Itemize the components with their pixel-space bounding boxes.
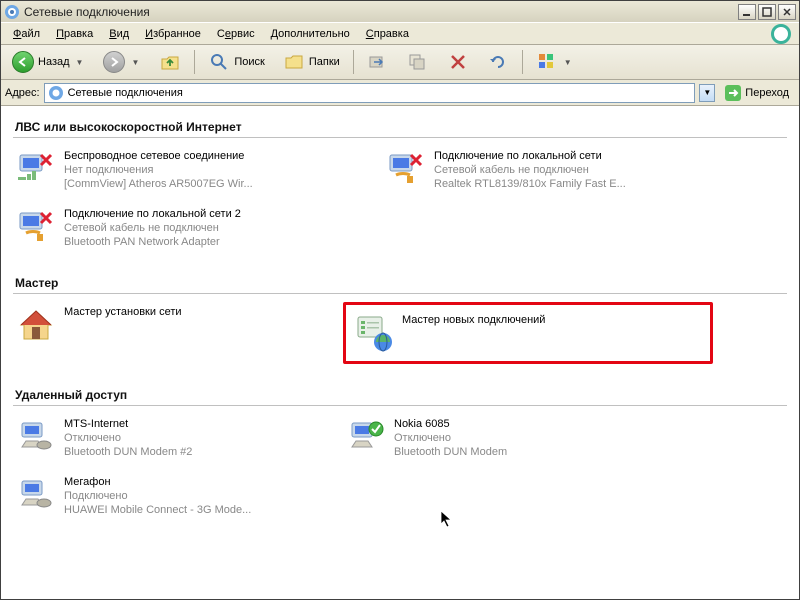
maximize-button[interactable] [758,4,776,20]
search-icon [208,51,230,73]
item-status: Отключено [394,431,507,445]
connection-wireless[interactable]: Беспроводное сетевое соединение Нет подк… [13,146,353,194]
forward-button[interactable]: ▼ [96,48,148,76]
menu-bar: ФФайлайл Правка Вид Избранное Сервис Доп… [1,23,799,45]
item-title: Мастер установки сети [64,305,182,319]
wizard-new-connection[interactable]: Мастер новых подключений [343,302,713,364]
folders-icon [283,51,305,73]
delete-button[interactable] [440,48,476,76]
item-device: [CommView] Atheros AR5007EG Wir... [64,177,253,191]
menu-favorites[interactable]: Избранное [137,26,209,42]
chevron-down-icon[interactable]: ▼ [562,58,574,67]
views-icon [536,51,558,73]
views-button[interactable]: ▼ [529,48,581,76]
menu-view[interactable]: Вид [101,26,137,42]
connection-megafon[interactable]: Мегафон Подключено HUAWEI Mobile Connect… [13,472,313,520]
go-label: Переход [745,87,789,99]
wizard-network-setup[interactable]: Мастер установки сети [13,302,313,364]
item-device: Bluetooth PAN Network Adapter [64,235,241,249]
item-title: Nokia 6085 [394,417,507,431]
search-button[interactable]: Поиск [201,48,271,76]
connection-nokia[interactable]: Nokia 6085 Отключено Bluetooth DUN Modem [343,414,683,462]
modem-icon [16,417,56,457]
item-device: Bluetooth DUN Modem #2 [64,445,192,459]
address-dropdown[interactable]: ▼ [699,84,715,102]
item-device: HUAWEI Mobile Connect - 3G Mode... [64,503,251,517]
move-to-icon [367,51,389,73]
section-lan: ЛВС или высокоскоростной Интернет [13,114,787,138]
copy-to-button[interactable] [400,48,436,76]
content-area: ЛВС или высокоскоростной Интернет Беспро… [1,106,799,599]
item-status: Нет подключения [64,163,253,177]
address-bar: Адрес: Сетевые подключения ▼ Переход [1,80,799,106]
item-status: Сетевой кабель не подключен [434,163,626,177]
forward-icon [103,51,125,73]
app-icon [4,4,20,20]
menu-file[interactable]: ФФайлайл [5,26,48,42]
minimize-button[interactable] [738,4,756,20]
item-device: Bluetooth DUN Modem [394,445,507,459]
window-title: Сетевые подключения [20,5,738,19]
item-title: Мастер новых подключений [402,313,545,327]
menu-tools[interactable]: Сервис [209,26,263,42]
menu-help[interactable]: Справка [358,26,417,42]
item-title: Подключение по локальной сети 2 [64,207,241,221]
connection-lan1[interactable]: Подключение по локальной сети Сетевой ка… [383,146,723,194]
item-status: Сетевой кабель не подключен [64,221,241,235]
item-title: Подключение по локальной сети [434,149,626,163]
menu-advanced[interactable]: Дополнительно [263,26,358,42]
chevron-down-icon[interactable]: ▼ [129,58,141,67]
go-icon [725,85,741,101]
connection-lan2[interactable]: Подключение по локальной сети 2 Сетевой … [13,204,353,252]
lan-icon [386,149,426,189]
chevron-down-icon[interactable]: ▼ [74,58,86,67]
menu-edit[interactable]: Правка [48,26,101,42]
back-icon [12,51,34,73]
connection-mts[interactable]: MTS-Internet Отключено Bluetooth DUN Mod… [13,414,313,462]
item-device: Realtek RTL8139/810x Family Fast E... [434,177,626,191]
close-button[interactable] [778,4,796,20]
undo-icon [487,51,509,73]
up-button[interactable] [152,48,188,76]
modem-icon [16,475,56,515]
lan-icon [16,207,56,247]
back-label: Назад [38,56,70,68]
item-status: Отключено [64,431,192,445]
folders-label: Папки [309,56,340,68]
copy-to-icon [407,51,429,73]
item-title: MTS-Internet [64,417,192,431]
folders-button[interactable]: Папки [276,48,347,76]
section-remote: Удаленный доступ [13,382,787,406]
address-input[interactable]: Сетевые подключения [44,83,696,103]
network-places-icon [48,85,64,101]
new-connection-wizard-icon [354,313,394,353]
back-button[interactable]: Назад ▼ [5,48,92,76]
title-bar: Сетевые подключения [1,1,799,23]
modem-icon [346,417,386,457]
folder-up-icon [159,51,181,73]
undo-button[interactable] [480,48,516,76]
move-to-button[interactable] [360,48,396,76]
delete-icon [447,51,469,73]
item-status: Подключено [64,489,251,503]
go-button[interactable]: Переход [719,82,795,104]
mouse-cursor-icon [440,510,454,528]
item-title: Мегафон [64,475,251,489]
wireless-icon [16,149,56,189]
item-title: Беспроводное сетевое соединение [64,149,253,163]
brand-icon [771,24,791,44]
toolbar: Назад ▼ ▼ Поиск Папки [1,45,799,80]
search-label: Поиск [234,56,264,68]
address-label: Адрес: [5,87,40,99]
section-wizard: Мастер [13,270,787,294]
address-value: Сетевые подключения [68,87,183,99]
house-icon [16,305,56,345]
